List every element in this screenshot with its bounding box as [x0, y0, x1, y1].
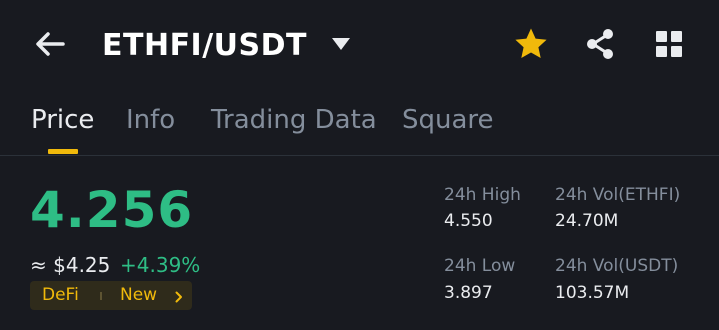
fiat-price: ≈ $4.25 [30, 253, 111, 277]
active-tab-indicator [48, 149, 78, 154]
share-button[interactable] [580, 26, 620, 62]
stat-label-24h-vol-quote: 24h Vol(USDT) [555, 256, 679, 276]
more-button[interactable] [652, 27, 686, 61]
stat-value-24h-low: 3.897 [444, 283, 493, 303]
arrow-left-icon [36, 32, 65, 56]
tag-status: New [120, 285, 158, 305]
tag-category: DeFi [42, 285, 79, 305]
tab-info[interactable]: Info [126, 100, 175, 140]
tab-square[interactable]: Square [402, 100, 494, 140]
pair-dropdown-button[interactable] [330, 36, 352, 52]
divider [0, 155, 719, 156]
share-icon [587, 29, 613, 59]
stat-label-24h-high: 24h High [444, 185, 521, 205]
caret-down-icon [332, 38, 350, 50]
tag-separator [100, 292, 102, 300]
favorite-button[interactable] [512, 26, 550, 62]
stat-label-24h-low: 24h Low [444, 256, 516, 276]
last-price: 4.256 [30, 181, 194, 239]
price-change-percent: +4.39% [120, 253, 201, 277]
grid-icon [656, 31, 682, 57]
pair-title[interactable]: ETHFI/USDT [102, 26, 307, 66]
star-icon [515, 28, 547, 58]
stat-value-24h-vol-base: 24.70M [555, 211, 619, 231]
stat-label-24h-vol-base: 24h Vol(ETHFI) [555, 185, 681, 205]
tag-pill[interactable]: DeFi New [30, 281, 192, 310]
tab-price[interactable]: Price [31, 100, 94, 140]
chevron-right-icon [174, 290, 184, 303]
back-button[interactable] [30, 26, 70, 62]
stat-value-24h-vol-quote: 103.57M [555, 283, 630, 303]
tab-trading-data[interactable]: Trading Data [211, 100, 377, 140]
stat-value-24h-high: 4.550 [444, 211, 493, 231]
